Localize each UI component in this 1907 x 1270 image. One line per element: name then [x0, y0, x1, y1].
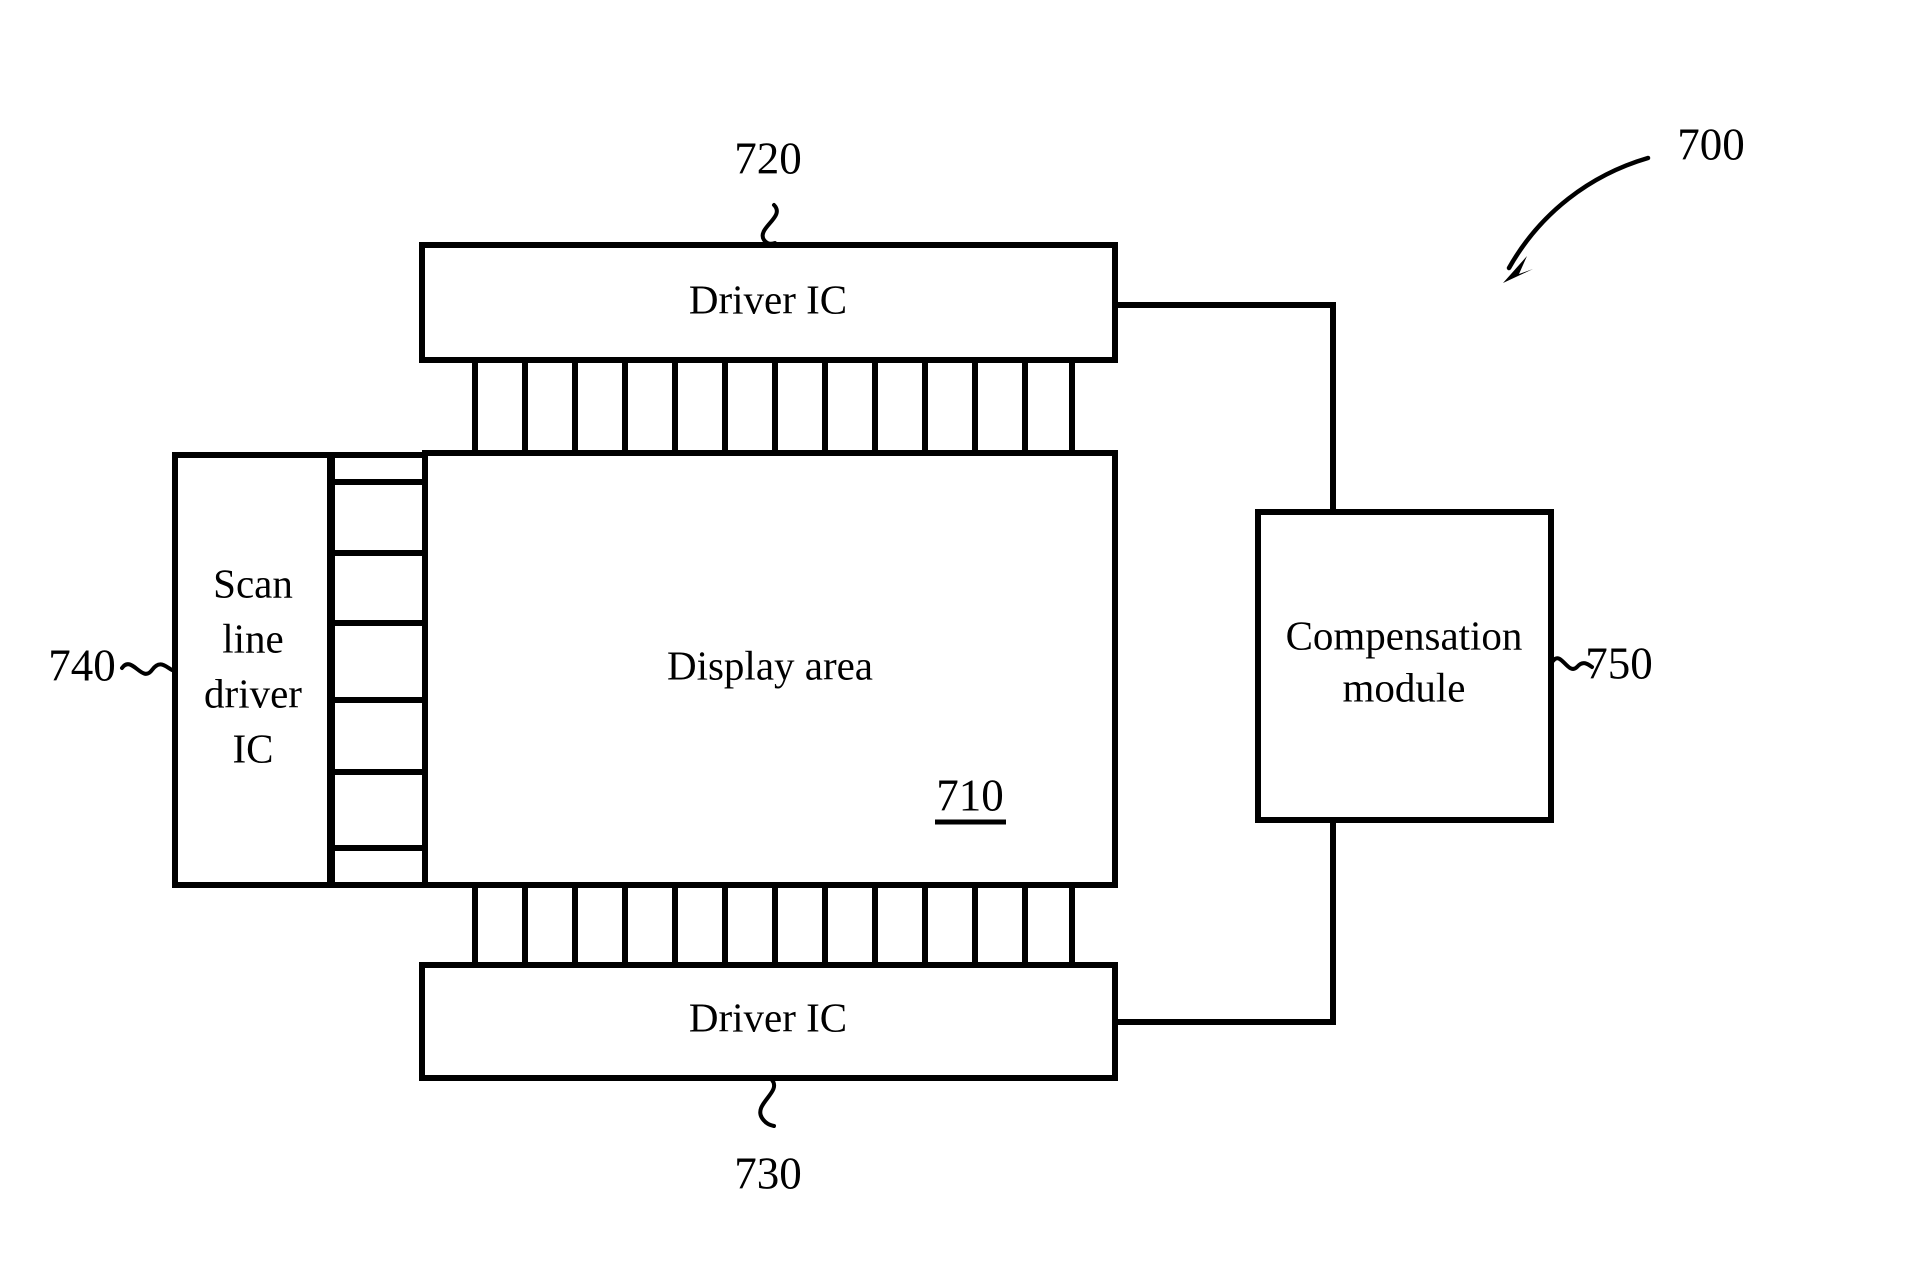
- display-area-reference: 710: [936, 770, 1004, 820]
- reference-730-text: 730: [734, 1148, 802, 1198]
- scan-line-group: [327, 452, 433, 888]
- bottom-driver-ic-block: Driver IC: [419, 962, 1118, 1081]
- display-area-label: Display area: [667, 642, 873, 688]
- reference-740-text: 740: [48, 640, 116, 690]
- display-area-block: Display area 710: [422, 450, 1118, 888]
- top-driver-ic-block: Driver IC: [419, 242, 1118, 363]
- scan-line-driver-ic-label-line-1: Scan: [213, 560, 293, 606]
- reference-740-group: 740: [48, 640, 174, 690]
- top-driver-ic-label: Driver IC: [689, 276, 847, 322]
- scan-line-driver-ic-label-line-4: IC: [233, 725, 274, 771]
- compensation-wire-top: [1112, 302, 1336, 515]
- bottom-driver-ic-label: Driver IC: [689, 994, 847, 1040]
- compensation-wire-bottom: [1112, 817, 1336, 1025]
- reference-720-group: 720: [734, 133, 802, 246]
- scan-line-driver-ic-label-line-3: driver: [204, 670, 302, 716]
- scan-line-driver-ic-label-line-2: line: [222, 615, 283, 661]
- reference-750-group: 750: [1551, 638, 1653, 688]
- scan-line-driver-ic-block: Scan line driver IC: [172, 452, 333, 888]
- reference-720-text: 720: [734, 133, 802, 183]
- compensation-module-block: Compensation module: [1255, 509, 1554, 823]
- reference-750-text: 750: [1585, 638, 1653, 688]
- compensation-module-label-line-2: module: [1343, 664, 1466, 710]
- reference-700-group: 700: [1503, 119, 1745, 283]
- reference-700-text: 700: [1677, 119, 1745, 169]
- patent-figure: Driver IC Display area 710 Driver IC Sca…: [0, 0, 1907, 1270]
- bottom-data-line-group: [472, 882, 1075, 968]
- reference-730-group: 730: [734, 1078, 802, 1198]
- figure-canvas: Driver IC Display area 710 Driver IC Sca…: [48, 119, 1745, 1198]
- compensation-module-label-line-1: Compensation: [1286, 612, 1523, 658]
- top-data-line-group: [472, 357, 1075, 456]
